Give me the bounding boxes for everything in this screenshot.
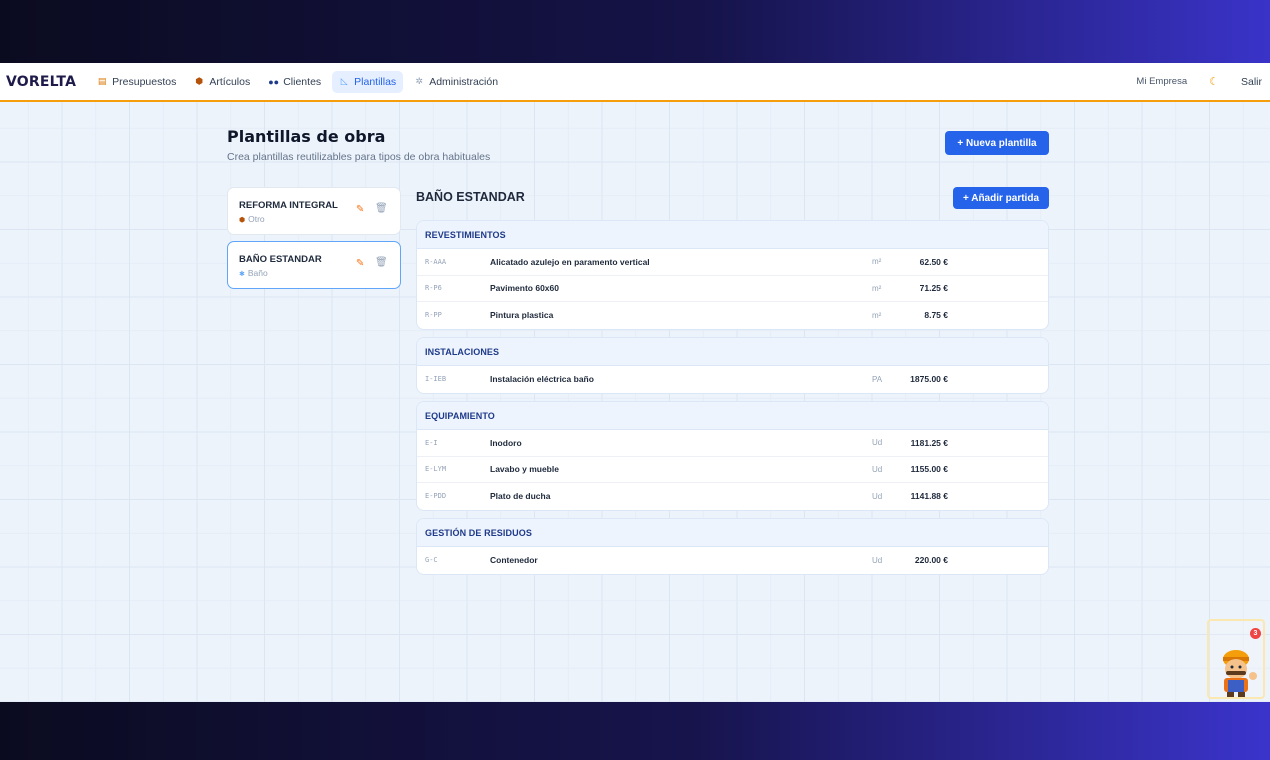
- template-category-label: Baño: [247, 268, 268, 278]
- shower-icon: ✱: [239, 271, 245, 278]
- trash-icon[interactable]: 🗑: [375, 257, 388, 268]
- section-card: GESTIÓN DE RESIDUOS G-C Contenedor Ud 22…: [416, 518, 1049, 575]
- item-price: 62.50 €: [919, 256, 948, 267]
- add-item-button[interactable]: + Añadir partida: [953, 187, 1049, 209]
- template-category: ⬢ Otro: [239, 214, 265, 224]
- nav-item-administracion[interactable]: ✲ Administración: [407, 71, 505, 93]
- main-nav: ▤ Presupuestos ⬢ Artículos ●● Clientes ◺…: [90, 70, 505, 93]
- table-row[interactable]: R-AAA Alicatado azulejo en paramento ver…: [417, 249, 1048, 276]
- company-name[interactable]: Mi Empresa: [1136, 76, 1187, 87]
- item-unit: m²: [872, 310, 882, 320]
- table-row[interactable]: R-PP Pintura plastica m² 8.75 €: [417, 302, 1048, 329]
- template-name: BAÑO ESTANDAR: [239, 254, 322, 265]
- item-code: R-AAA: [425, 257, 447, 266]
- nav-label: Artículos: [209, 75, 251, 88]
- clipboard-icon: ▤: [97, 76, 107, 86]
- nav-label: Clientes: [283, 75, 322, 88]
- nav-label: Presupuestos: [112, 75, 177, 88]
- item-unit: m²: [872, 283, 882, 293]
- template-category-label: Otro: [248, 214, 265, 224]
- item-description: Plato de ducha: [490, 491, 551, 502]
- bottom-band: [0, 702, 1270, 760]
- top-right-group: Mi Empresa ☾ Salir: [1136, 75, 1262, 89]
- item-code: I-IEB: [425, 375, 447, 384]
- item-price: 1155.00 €: [910, 464, 948, 475]
- item-price: 1875.00 €: [910, 374, 948, 385]
- section-header: REVESTIMIENTOS: [417, 221, 1048, 249]
- item-unit: Ud: [872, 464, 883, 474]
- item-unit: Ud: [872, 491, 883, 501]
- section-card: REVESTIMIENTOS R-AAA Alicatado azulejo e…: [416, 220, 1049, 330]
- item-price: 220.00 €: [914, 555, 948, 566]
- section-header: INSTALACIONES: [417, 338, 1048, 366]
- pencil-icon[interactable]: ✎: [356, 204, 364, 215]
- template-card[interactable]: REFORMA INTEGRAL ⬢ Otro ✎ 🗑: [227, 187, 401, 235]
- nav-item-articulos[interactable]: ⬢ Artículos: [187, 71, 257, 93]
- item-description: Pintura plastica: [490, 310, 554, 321]
- table-row[interactable]: R-P6 Pavimento 60x60 m² 71.25 €: [417, 276, 1048, 302]
- ruler-icon: ◺: [340, 76, 348, 86]
- item-price: 1141.88 €: [910, 491, 948, 502]
- table-row[interactable]: G-C Contenedor Ud 220.00 €: [417, 547, 1048, 574]
- logout-button[interactable]: Salir: [1241, 76, 1262, 88]
- pencil-icon[interactable]: ✎: [356, 258, 364, 269]
- gear-icon: ✲: [415, 76, 423, 86]
- box-icon: ⬢: [239, 217, 246, 224]
- item-unit: Ud: [872, 555, 883, 565]
- item-description: Pavimento 60x60: [490, 283, 559, 294]
- template-detail-title: BAÑO ESTANDAR: [416, 190, 525, 204]
- item-code: R-P6: [425, 284, 442, 293]
- item-code: E-LYM: [425, 465, 447, 474]
- nav-label: Administración: [429, 75, 499, 88]
- section-card: INSTALACIONES I-IEB Instalación eléctric…: [416, 337, 1049, 394]
- users-icon: ●●: [268, 76, 280, 87]
- trash-icon[interactable]: 🗑: [375, 203, 388, 214]
- template-name: REFORMA INTEGRAL: [239, 200, 338, 211]
- nav-item-clientes[interactable]: ●● Clientes: [261, 71, 328, 93]
- item-price: 1181.25 €: [910, 437, 948, 448]
- template-card[interactable]: BAÑO ESTANDAR ✱ Baño ✎ 🗑: [227, 241, 401, 289]
- new-template-button[interactable]: + Nueva plantilla: [945, 131, 1049, 155]
- item-code: G-C: [425, 556, 438, 565]
- item-unit: m²: [872, 257, 882, 267]
- item-unit: Ud: [872, 438, 883, 448]
- nav-item-presupuestos[interactable]: ▤ Presupuestos: [90, 71, 183, 93]
- table-row[interactable]: E-I Inodoro Ud 1181.25 €: [417, 430, 1048, 457]
- moon-icon[interactable]: ☾: [1209, 75, 1219, 88]
- item-description: Lavabo y mueble: [490, 464, 559, 475]
- table-row[interactable]: I-IEB Instalación eléctrica baño PA 1875…: [417, 366, 1048, 393]
- template-category: ✱ Baño: [239, 268, 268, 278]
- item-price: 8.75 €: [924, 310, 948, 321]
- item-description: Inodoro: [490, 437, 522, 448]
- app-logo[interactable]: VORELTA: [6, 74, 76, 90]
- table-row[interactable]: E-LYM Lavabo y mueble Ud 1155.00 €: [417, 457, 1048, 483]
- assistant-mascot-button[interactable]: 3: [1207, 619, 1265, 699]
- item-description: Alicatado azulejo en paramento vertical: [490, 256, 650, 267]
- item-description: Contenedor: [490, 555, 538, 566]
- page-title: Plantillas de obra: [227, 127, 386, 146]
- page-subtitle: Crea plantillas reutilizables para tipos…: [227, 151, 491, 163]
- item-unit: PA: [872, 374, 883, 384]
- item-code: E-I: [425, 438, 438, 447]
- table-row[interactable]: E-PDD Plato de ducha Ud 1141.88 €: [417, 483, 1048, 510]
- box-icon: ⬢: [195, 76, 204, 86]
- nav-item-plantillas[interactable]: ◺ Plantillas: [332, 70, 404, 93]
- top-nav-bar: VORELTA ▤ Presupuestos ⬢ Artículos ●● Cl…: [0, 63, 1270, 102]
- section-header: EQUIPAMIENTO: [417, 402, 1048, 430]
- item-price: 71.25 €: [919, 283, 948, 294]
- nav-label: Plantillas: [354, 75, 397, 88]
- item-description: Instalación eléctrica baño: [490, 374, 594, 385]
- notification-badge: 3: [1250, 628, 1261, 639]
- item-code: E-PDD: [425, 492, 447, 501]
- section-header: GESTIÓN DE RESIDUOS: [417, 519, 1048, 547]
- app-window: VORELTA ▤ Presupuestos ⬢ Artículos ●● Cl…: [0, 63, 1270, 702]
- item-code: R-PP: [425, 311, 442, 320]
- section-card: EQUIPAMIENTO E-I Inodoro Ud 1181.25 € E-…: [416, 401, 1049, 511]
